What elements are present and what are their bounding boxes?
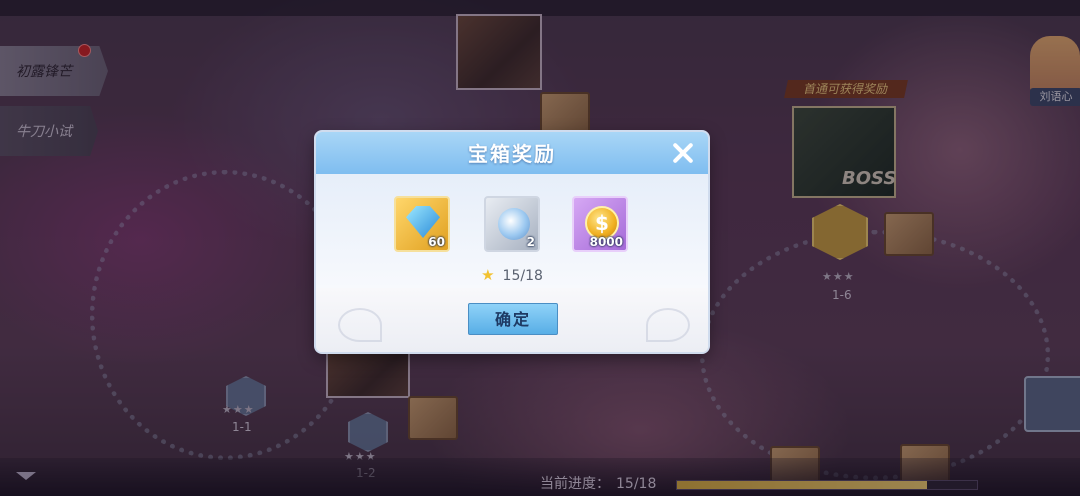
chest-reward-dialog: 宝箱奖励 60 2 $ 8000 ★ 15/18 确定	[316, 132, 708, 352]
reward-quantity: 60	[428, 235, 445, 249]
reward-item-orb[interactable]: 2	[484, 196, 540, 252]
dialog-title: 宝箱奖励	[468, 142, 556, 166]
dialog-header: 宝箱奖励	[316, 132, 708, 174]
dialog-footer: 确定	[316, 288, 708, 352]
close-icon[interactable]	[668, 138, 698, 168]
star-progress-value: 15/18	[502, 268, 543, 284]
crystal-orb-icon	[498, 208, 530, 240]
reward-quantity: 8000	[589, 235, 623, 249]
reward-quantity: 2	[526, 235, 535, 249]
diamond-icon	[406, 206, 440, 238]
decorative-swirl	[646, 308, 690, 342]
reward-item-gold[interactable]: $ 8000	[572, 196, 628, 252]
reward-item-diamond[interactable]: 60	[394, 196, 450, 252]
confirm-button[interactable]: 确定	[468, 303, 558, 335]
decorative-swirl	[338, 308, 382, 342]
star-icon: ★	[481, 266, 495, 284]
star-progress: ★ 15/18	[316, 266, 708, 284]
